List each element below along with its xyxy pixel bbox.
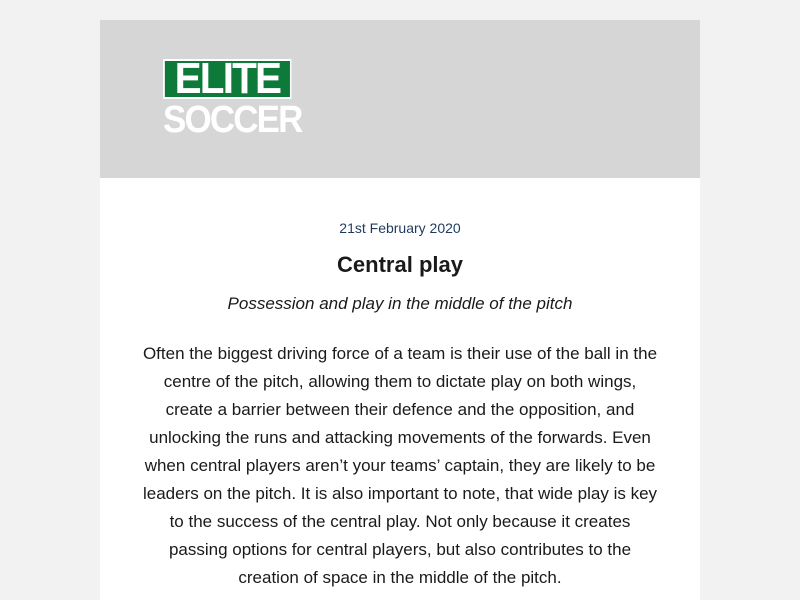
email-container: ELITE SOCCER 21st February 2020 Central … [100,20,700,600]
article-body: Often the biggest driving force of a tea… [142,344,658,587]
email-header: ELITE SOCCER [100,20,700,178]
article-date: 21st February 2020 [339,220,461,236]
article-title: Central play [337,252,463,277]
logo-soccer-text: SOCCER [163,99,303,141]
logo-elite-text: ELITE [163,59,292,99]
elite-soccer-logo[interactable]: ELITE SOCCER [163,59,303,141]
article-content: 21st February 2020 Central play Possessi… [100,220,700,592]
article-subtitle: Possession and play in the middle of the… [227,294,573,313]
